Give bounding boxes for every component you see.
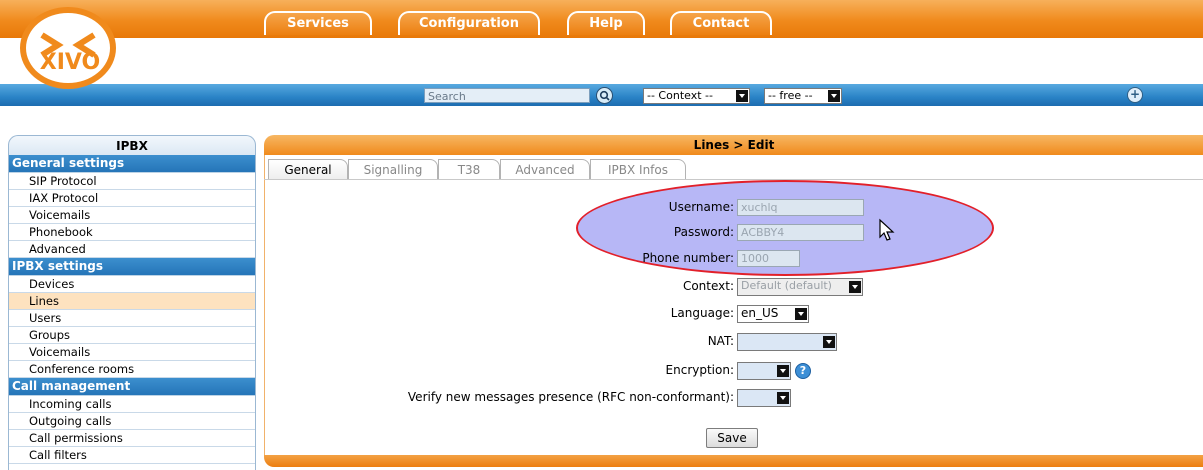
nat-select[interactable]: [737, 333, 837, 351]
sidebar-item-users[interactable]: Users: [9, 310, 255, 327]
nav-tab-help[interactable]: Help: [567, 11, 645, 35]
context-field[interactable]: Default (default): [737, 278, 863, 296]
language-select[interactable]: en_US: [737, 305, 809, 323]
free-select-value: -- free --: [768, 89, 813, 102]
password-field[interactable]: ACBBY4: [737, 224, 864, 241]
free-select[interactable]: -- free --: [764, 88, 842, 104]
sidebar-item-outgoing-calls[interactable]: Outgoing calls: [9, 413, 255, 430]
sidebar-item-advanced[interactable]: Advanced: [9, 241, 255, 258]
verify-messages-label: Verify new messages presence (RFC non-co…: [407, 390, 734, 404]
tab-t38[interactable]: T38: [438, 159, 500, 179]
username-label: Username:: [668, 200, 734, 214]
search-icon[interactable]: [596, 87, 613, 104]
sidebar-menu: General settings SIP Protocol IAX Protoc…: [8, 155, 256, 470]
sidebar-item-conference-rooms[interactable]: Conference rooms: [9, 361, 255, 378]
sidebar-item-groups[interactable]: Groups: [9, 327, 255, 344]
save-button[interactable]: Save: [706, 428, 758, 448]
chevron-down-icon: [795, 308, 807, 320]
sidebar-item-lines[interactable]: Lines: [9, 293, 255, 310]
sidebar-item-incoming-calls[interactable]: Incoming calls: [9, 396, 255, 413]
sidebar-section-general: General settings: [9, 155, 255, 173]
xivo-logo[interactable]: [20, 7, 116, 89]
sidebar-item-voicemails[interactable]: Voicemails: [9, 207, 255, 224]
sidebar-section-ipbx: IPBX settings: [9, 258, 255, 276]
encryption-select[interactable]: [737, 362, 791, 380]
tab-general[interactable]: General: [268, 159, 348, 179]
sidebar-item-call-filters[interactable]: Call filters: [9, 447, 255, 464]
logo-text: XIVO: [39, 50, 101, 75]
phone-number-field[interactable]: 1000: [737, 250, 800, 267]
chevron-down-icon: [849, 281, 861, 293]
phone-number-label: Phone number:: [642, 251, 734, 265]
chevron-down-icon: [777, 392, 789, 404]
username-field[interactable]: xuchlq: [737, 199, 864, 216]
nav-tab-contact[interactable]: Contact: [670, 11, 772, 35]
context-label: Context:: [682, 279, 734, 293]
add-icon[interactable]: +: [1127, 87, 1143, 103]
password-label: Password:: [673, 225, 734, 239]
language-select-value: en_US: [741, 306, 779, 320]
help-icon[interactable]: ?: [795, 363, 811, 379]
sidebar-item-ipbx-voicemails[interactable]: Voicemails: [9, 344, 255, 361]
page-title: Lines > Edit: [264, 135, 1203, 155]
sidebar-item-call-permissions[interactable]: Call permissions: [9, 430, 255, 447]
context-field-value: Default (default): [741, 279, 832, 292]
tab-signalling[interactable]: Signalling: [348, 159, 438, 179]
chevron-down-icon: [777, 365, 789, 377]
nav-tab-services[interactable]: Services: [264, 11, 372, 35]
sidebar-title: IPBX: [8, 135, 256, 155]
search-input[interactable]: Search: [424, 88, 590, 103]
encryption-label: Encryption:: [665, 363, 734, 377]
tab-ipbx-infos[interactable]: IPBX Infos: [590, 159, 686, 179]
tab-advanced[interactable]: Advanced: [500, 159, 590, 179]
verify-messages-select[interactable]: [737, 389, 791, 407]
nav-tab-configuration[interactable]: Configuration: [398, 11, 540, 35]
chevron-down-icon: [828, 90, 840, 102]
sidebar-section-call-management: Call management: [9, 378, 255, 396]
sidebar-item-phonebook[interactable]: Phonebook: [9, 224, 255, 241]
context-select-value: -- Context --: [647, 89, 713, 102]
chevron-down-icon: [736, 90, 748, 102]
sidebar-item-iax-protocol[interactable]: IAX Protocol: [9, 190, 255, 207]
language-label: Language:: [670, 306, 734, 320]
nat-label: NAT:: [707, 334, 734, 348]
sidebar-item-sip-protocol[interactable]: SIP Protocol: [9, 173, 255, 190]
context-select[interactable]: -- Context --: [643, 88, 750, 104]
chevron-down-icon: [823, 336, 835, 348]
mouse-cursor-icon: [879, 218, 895, 241]
sidebar-item-devices[interactable]: Devices: [9, 276, 255, 293]
main-panel-footer: [264, 455, 1203, 467]
